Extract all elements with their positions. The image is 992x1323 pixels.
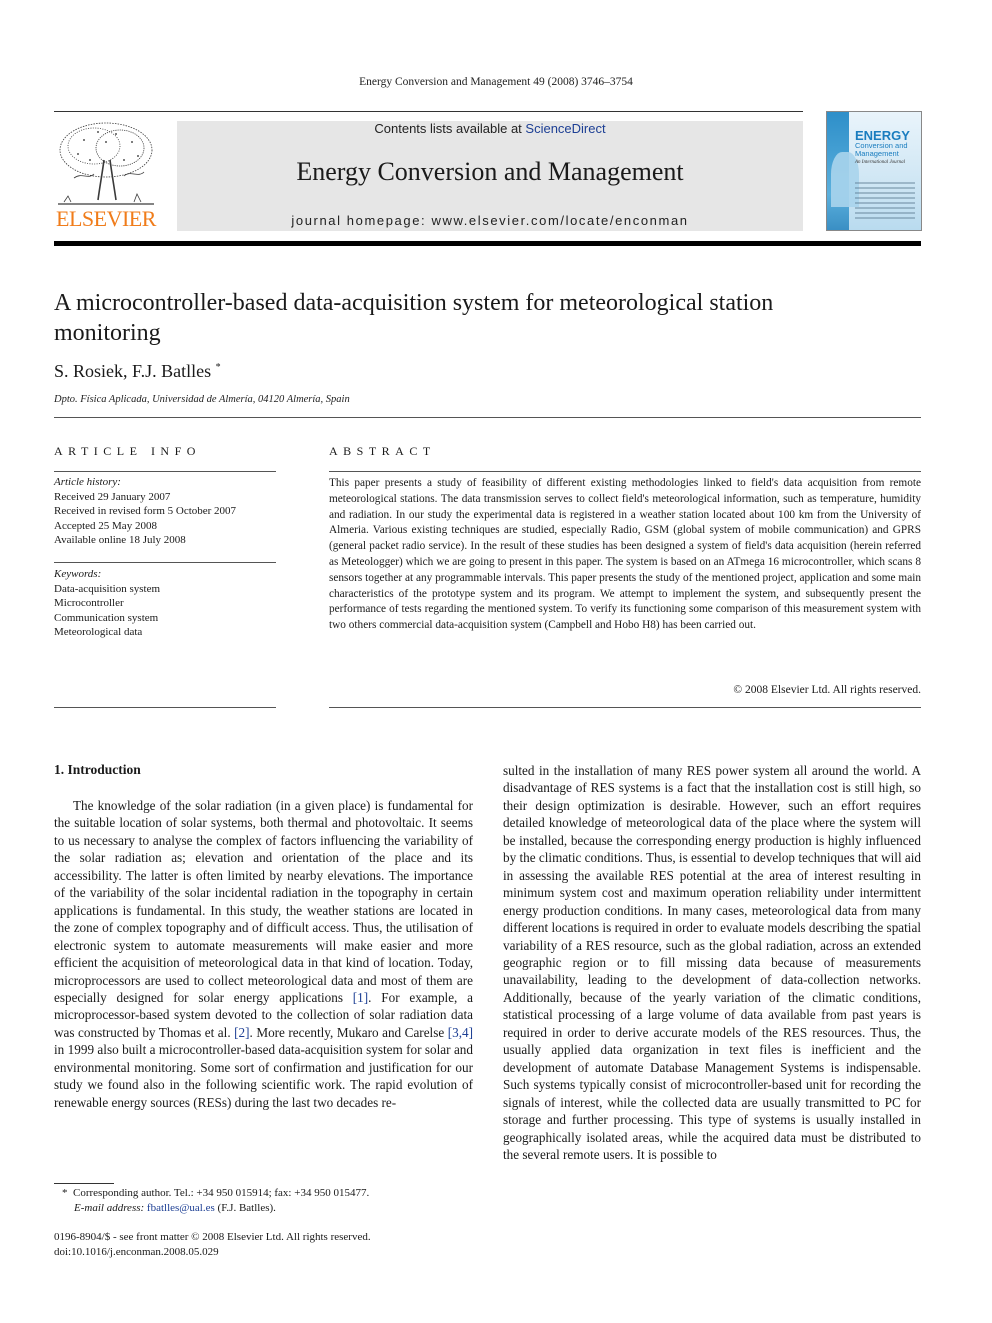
affiliation-rule — [54, 417, 921, 418]
elsevier-logo: ELSEVIER — [54, 120, 158, 232]
cover-tagline: An International Journal — [855, 160, 905, 165]
intro-text: The knowledge of the solar radiation (in… — [54, 798, 473, 1005]
email-link[interactable]: fbatlles@ual.es — [147, 1202, 215, 1214]
affiliation: Dpto. Física Aplicada, Universidad de Al… — [54, 394, 350, 405]
header-thick-rule — [54, 241, 921, 246]
footnote-mark: * — [62, 1187, 68, 1199]
citation-link[interactable]: [3,4] — [448, 1025, 473, 1040]
footnote: * Corresponding author. Tel.: +34 950 01… — [62, 1186, 482, 1215]
running-head: Energy Conversion and Management 49 (200… — [359, 76, 633, 88]
abstract-bottom-rule — [329, 707, 921, 708]
intro-left-column: The knowledge of the solar radiation (in… — [54, 797, 473, 1111]
article-history: Article history: Received 29 January 200… — [54, 475, 276, 548]
history-item: Received in revised form 5 October 2007 — [54, 505, 237, 517]
keyword-item: Communication system — [54, 611, 159, 624]
email-label: E-mail address: — [74, 1201, 145, 1214]
elsevier-wordmark: ELSEVIER — [56, 206, 156, 231]
issn-line: 0196-8904/$ - see front matter © 2008 El… — [54, 1231, 371, 1243]
footnote-rule — [54, 1183, 114, 1184]
abstract-heading: ABSTRACT — [329, 444, 436, 458]
keywords: Keywords: Data-acquisition system Microc… — [54, 567, 276, 640]
cover-subtitle: Conversion and Management — [855, 141, 908, 158]
author-list: S. Rosiek, F.J. Batlles * — [54, 361, 221, 382]
article-info-bottom-rule — [54, 707, 276, 708]
citation-link[interactable]: [2] — [234, 1025, 249, 1040]
intro-right-column: sulted in the installation of many RES p… — [503, 763, 922, 1162]
history-item: Available online 18 July 2008 — [54, 534, 186, 546]
section-heading-introduction: 1. Introduction — [54, 762, 141, 777]
journal-title: Energy Conversion and Management — [296, 157, 684, 186]
contents-line: Contents lists available at ScienceDirec… — [177, 121, 803, 136]
history-item: Received 29 January 2007 — [54, 490, 171, 503]
keyword-item: Meteorological data — [54, 626, 143, 638]
sciencedirect-link[interactable]: ScienceDirect — [525, 121, 605, 136]
history-item: Accepted 25 May 2008 — [54, 519, 157, 532]
email-suffix: (F.J. Batlles). — [214, 1201, 276, 1214]
abstract-text: This paper presents a study of feasibili… — [329, 477, 921, 632]
abstract-copyright: © 2008 Elsevier Ltd. All rights reserved… — [733, 684, 921, 696]
footnote-email: E-mail address: fbatlles@ual.es (F.J. Ba… — [62, 1201, 482, 1216]
header-rule — [54, 111, 803, 112]
corresponding-author-mark[interactable]: * — [216, 362, 221, 373]
footnote-contact: Corresponding author. Tel.: +34 950 0159… — [73, 1187, 370, 1199]
citation-link[interactable]: [1] — [353, 990, 368, 1005]
cover-topic-list — [855, 182, 915, 222]
abstract-rule — [329, 471, 921, 472]
tree-icon — [58, 122, 154, 205]
keyword-item: Microcontroller — [54, 597, 124, 609]
article-info-rule — [54, 471, 276, 472]
keywords-label: Keywords: — [54, 568, 102, 580]
contents-prefix: Contents lists available at — [374, 121, 526, 136]
article-info-heading: ARTICLE INFO — [54, 444, 201, 458]
corresponding-author-note: * Corresponding author. Tel.: +34 950 01… — [62, 1186, 482, 1201]
journal-banner: Contents lists available at ScienceDirec… — [177, 121, 803, 231]
article-title: A microcontroller-based data-acquisition… — [54, 290, 774, 346]
doi-line[interactable]: doi:10.1016/j.enconman.2008.05.029 — [54, 1245, 494, 1260]
intro-text: in 1999 also built a microcontroller-bas… — [54, 1042, 473, 1110]
page-footer: 0196-8904/$ - see front matter © 2008 El… — [54, 1230, 494, 1259]
keywords-rule — [54, 562, 276, 563]
article-history-label: Article history: — [54, 476, 121, 488]
journal-homepage[interactable]: journal homepage: www.elsevier.com/locat… — [177, 213, 803, 228]
authors: S. Rosiek, F.J. Batlles — [54, 361, 212, 381]
intro-text: . More recently, Mukaro and Carelse — [249, 1024, 448, 1040]
keyword-item: Data-acquisition system — [54, 582, 161, 595]
journal-cover-thumbnail: ENERGY Conversion and Management An Inte… — [826, 111, 922, 231]
